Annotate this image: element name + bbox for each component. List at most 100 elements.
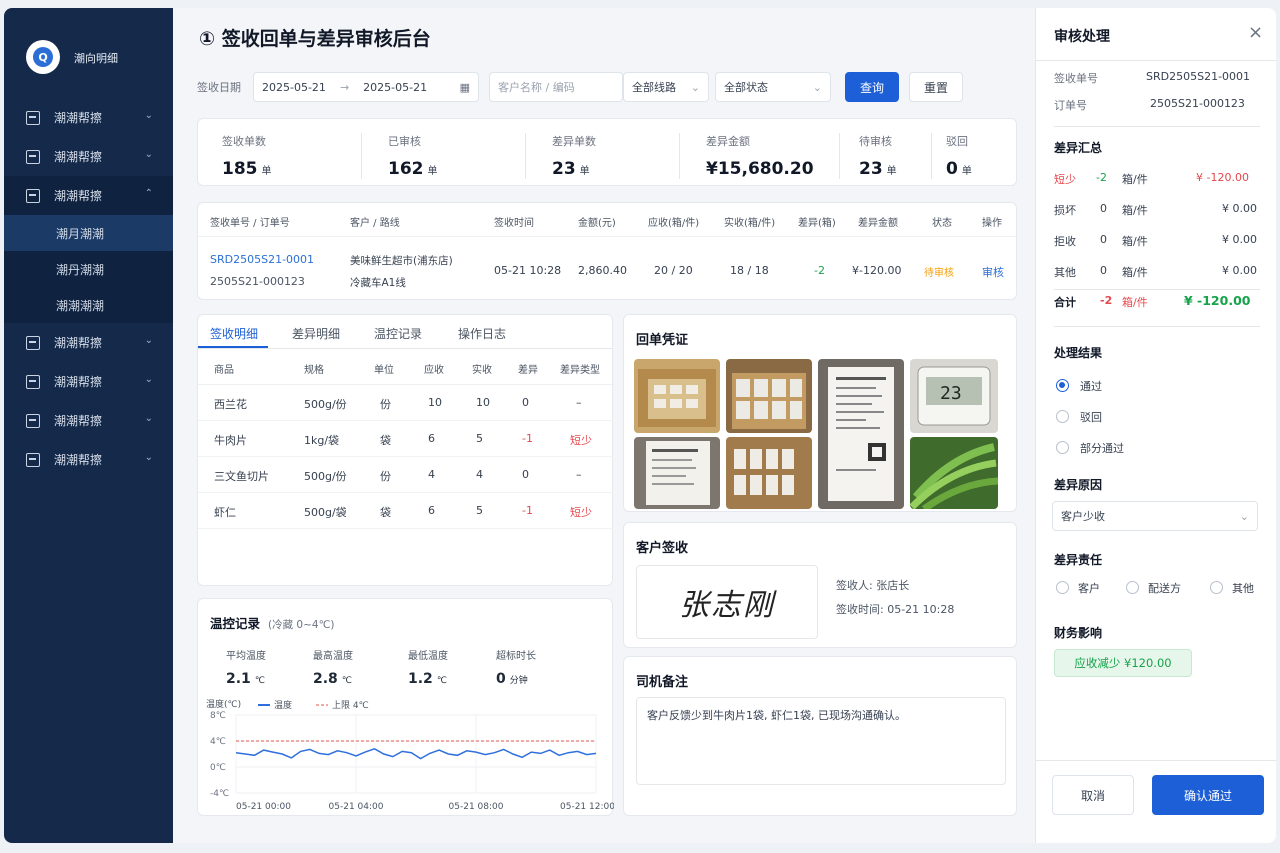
voucher-photo-7[interactable] [910,437,998,509]
customer-name: 美味鲜生超市(浦东店) [350,255,453,267]
stat-number: 162 [388,159,424,179]
brand-name: 潮向明细 [74,52,118,65]
voucher-photo-5[interactable] [634,437,720,509]
sidebar-item-5[interactable]: 潮潮帮擦 ⌄ [4,362,173,401]
order-no-value: 2505S21-000123 [1150,97,1245,110]
temp-stat-label: 最低温度 [408,651,448,662]
amount: 2,860.40 [578,264,627,277]
list-item[interactable]: 西兰花 500g/份 份 10 10 0 – [198,385,614,421]
duty-carrier-label[interactable]: 配送方 [1148,580,1181,596]
summary-qty: 0 [1100,264,1107,277]
query-button[interactable]: 查询 [845,72,899,102]
sidebar-subitem-3[interactable]: 潮潮潮潮 [4,287,173,323]
sidebar-item-label: 潮潮帮擦 [54,111,103,125]
due-qty: 20 / 20 [654,264,693,277]
stat-label: 差异金额 [706,135,750,148]
sidebar-item-label: 潮潮帮擦 [54,414,103,428]
sidebar-item-3[interactable]: 潮潮帮擦 ⌃ [4,176,173,215]
radio-duty-other[interactable] [1210,581,1223,594]
radio-pass[interactable] [1056,379,1069,392]
diff-qty: 0 [522,396,529,409]
sidebar-item-label: 潮潮帮擦 [54,150,103,164]
duty-title: 差异责任 [1054,553,1103,567]
stat-value: 23 单 [859,159,897,179]
reset-button[interactable]: 重置 [909,72,963,102]
sidebar-subitem-2[interactable]: 潮丹潮潮 [4,251,173,287]
sidebar-item-4[interactable]: 潮潮帮擦 ⌄ [4,323,173,362]
unit: 份 [380,470,391,483]
summary-qty: 0 [1100,233,1107,246]
cancel-button[interactable]: 取消 [1052,775,1134,815]
summary-amount: ¥ 0.00 [1222,233,1257,246]
duty-other-label[interactable]: 其他 [1232,580,1254,596]
sidebar-item-label: 潮潮帮擦 [54,336,103,350]
radio-pass-label[interactable]: 通过 [1080,378,1102,394]
status-select[interactable]: 全部状态 ⌄ [715,72,831,102]
voucher-photo-4[interactable]: 23 [910,359,998,433]
receipt-no-link[interactable]: SRD2505S21-0001 [210,253,314,266]
sidebar-item-2[interactable]: 潮潮帮擦 ⌄ [4,137,173,176]
reason-select[interactable]: 客户少收 ⌄ [1052,501,1258,531]
voucher-photo-6[interactable] [726,437,812,509]
chevron-down-icon: ⌄ [144,149,153,160]
col-spec: 规格 [304,365,324,376]
divider [1036,760,1277,761]
route-select[interactable]: 全部线路 ⌄ [623,72,709,102]
review-link[interactable]: 审核 [982,264,1004,280]
signature-title: 客户签收 [636,541,689,556]
col-time: 签收时间 [494,218,534,229]
route-value: 全部线路 [632,81,676,94]
logo-mark-icon: Q [33,47,53,67]
sidebar-item-7[interactable]: 潮潮帮擦 ⌄ [4,440,173,479]
order-table: 签收单号 / 订单号 客户 / 路线 签收时间 金额(元) 应收(箱/件) 实收… [197,202,1017,300]
col-receipt: 签收单号 / 订单号 [210,218,290,229]
summary-type: 短少 [1054,173,1076,186]
voucher-photo-2[interactable] [726,359,812,433]
customer-search-input[interactable]: 客户名称 / 编码 [489,72,623,102]
got-qty: 10 [476,396,490,409]
summary-type: 损坏 [1054,204,1076,217]
order-no: 2505S21-000123 [210,275,305,288]
spec: 500g/份 [304,398,347,411]
divider [679,133,680,179]
radio-partial[interactable] [1056,441,1069,454]
tab-sign-detail[interactable]: 签收明细 [210,325,258,342]
voucher-photo-1[interactable] [634,359,720,433]
radio-partial-label[interactable]: 部分通过 [1080,440,1124,456]
summary-type: 其他 [1054,266,1076,279]
radio-reject[interactable] [1056,410,1069,423]
summary-unit: 箱/件 [1122,266,1148,279]
temp-stat-value: 1.2 ℃ [408,671,448,687]
table-row[interactable]: SRD2505S21-0001 2505S21-000123 美味鲜生超市(浦东… [198,237,1016,301]
product-name: 西兰花 [214,398,247,411]
radio-duty-customer[interactable] [1056,581,1069,594]
list-item[interactable]: 三文鱼切片 500g/份 份 4 4 0 – [198,457,614,493]
sidebar-item-6[interactable]: 潮潮帮擦 ⌄ [4,401,173,440]
stat-reviewed: 已审核 162 单 [388,133,438,179]
calendar-icon: ▦ [459,80,470,94]
divider [1054,126,1260,127]
sidebar-item-label: 潮潮帮擦 [54,189,103,203]
radio-duty-carrier[interactable] [1126,581,1139,594]
summary-unit: 箱/件 [1122,173,1148,186]
duty-customer-label[interactable]: 客户 [1078,580,1100,596]
voucher-photo-3[interactable] [818,359,904,509]
list-item[interactable]: 牛肉片 1kg/袋 袋 6 5 -1 短少 [198,421,614,457]
tab-operation-log[interactable]: 操作日志 [458,325,506,342]
tab-diff-detail[interactable]: 差异明细 [292,325,340,342]
sidebar-subitem-1[interactable]: 潮月潮潮 [4,215,173,251]
voucher-title: 回单凭证 [636,333,689,348]
sidebar-item-1[interactable]: 潮潮帮擦 ⌄ [4,98,173,137]
due-qty: 10 [428,396,442,409]
close-icon[interactable]: × [1248,22,1263,43]
diff-type: 短少 [570,434,592,447]
temp-card: 温控记录 (冷藏 0~4℃) 平均温度 2.1 ℃ 最高温度 2.8 ℃ 最低温度 1.2… [197,598,614,816]
date-range-picker[interactable]: 2025-05-21 → 2025-05-21 ▦ [253,72,479,102]
stat-label: 签收单数 [222,135,266,148]
confirm-pass-button[interactable]: 确认通过 [1152,775,1264,815]
stat-unit: 单 [261,166,272,177]
radio-reject-label[interactable]: 驳回 [1080,409,1102,425]
tab-temp-record[interactable]: 温控记录 [374,325,422,342]
list-item[interactable]: 虾仁 500g/袋 袋 6 5 -1 短少 [198,493,614,529]
driver-note-title: 司机备注 [636,675,689,690]
